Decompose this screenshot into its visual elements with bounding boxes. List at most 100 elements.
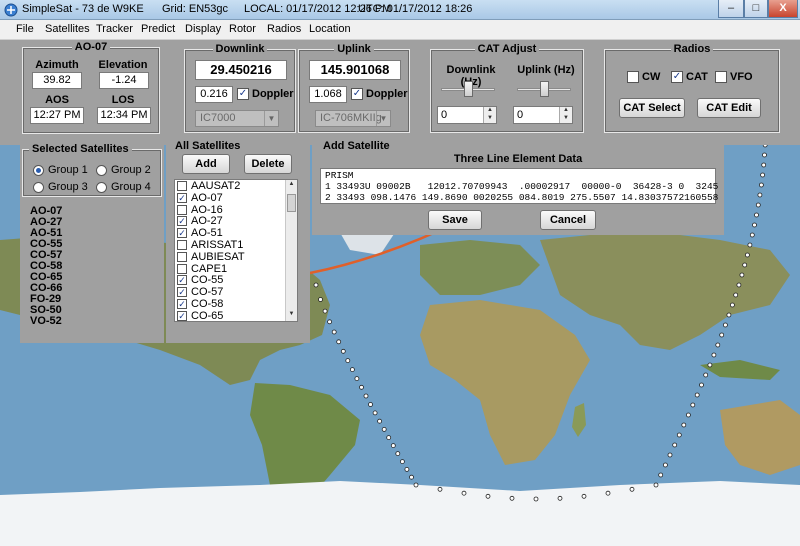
cw-checkbox[interactable] — [627, 71, 639, 83]
downlink-offset[interactable]: 0.216 — [195, 86, 233, 103]
orbit-dot — [667, 452, 673, 458]
satellite-checkbox[interactable]: ✓ — [177, 228, 187, 239]
delete-satellite-button[interactable]: Delete — [244, 154, 292, 174]
downlink-frequency[interactable]: 29.450216 — [195, 60, 287, 80]
menu-predict[interactable]: Predict — [141, 23, 175, 35]
spin-down-icon[interactable]: ▼ — [559, 115, 572, 123]
orbit-dot — [726, 312, 732, 318]
cat-select-button[interactable]: CAT Select — [619, 98, 685, 118]
group-3-radio[interactable] — [33, 182, 44, 193]
vfo-checkbox[interactable] — [715, 71, 727, 83]
tle-textarea[interactable]: PRISM 1 33493U 09002B 12012.70709943 .00… — [320, 168, 718, 204]
orbit-dot — [557, 495, 563, 501]
satellite-name: CO-65 — [191, 309, 224, 322]
list-item[interactable]: VO-52 — [30, 315, 62, 327]
orbit-dot — [733, 292, 739, 298]
orbit-dot — [745, 252, 750, 258]
satellite-checkbox[interactable]: ✓ — [177, 216, 187, 227]
spin-up-icon[interactable]: ▲ — [559, 107, 572, 115]
orbit-dot — [409, 474, 414, 480]
scroll-up-icon[interactable]: ▲ — [287, 181, 296, 190]
satellite-checkbox[interactable] — [177, 181, 187, 191]
cat-downlink-value: 0 — [441, 109, 448, 121]
cat-uplink-value: 0 — [517, 109, 524, 121]
cat-uplink-slider[interactable] — [540, 81, 549, 97]
satellite-checkbox[interactable] — [177, 263, 187, 274]
satellite-name: AO-27 — [191, 215, 223, 228]
orbit-dot — [658, 472, 664, 478]
maximize-button[interactable]: □ — [744, 0, 768, 18]
group-4-label: Group 4 — [111, 181, 151, 193]
minimize-button[interactable]: – — [718, 0, 744, 18]
orbit-dot — [754, 212, 759, 218]
save-button[interactable]: Save — [428, 210, 482, 230]
orbit-dot — [437, 486, 443, 492]
tle-title: Three Line Element Data — [453, 153, 583, 165]
los-label: LOS — [111, 94, 135, 106]
menu-location[interactable]: Location — [309, 23, 351, 35]
orbit-dot — [533, 496, 539, 502]
los-value: 12:34 PM — [97, 107, 151, 124]
cancel-button[interactable]: Cancel — [540, 210, 596, 230]
orbit-dot — [399, 459, 405, 465]
scroll-thumb[interactable] — [287, 194, 296, 212]
orbit-dot — [390, 443, 396, 449]
uplink-frequency[interactable]: 145.901068 — [309, 60, 401, 80]
satellite-checkbox[interactable] — [177, 240, 187, 250]
satellite-checkbox[interactable] — [177, 204, 187, 215]
uplink-offset[interactable]: 1.068 — [309, 86, 347, 103]
elevation-value: -1.24 — [99, 72, 149, 89]
menu-tracker[interactable]: Tracker — [96, 23, 133, 35]
uplink-radio-select[interactable]: IC-706MKIIg ▼ — [315, 110, 391, 127]
close-button[interactable]: X — [768, 0, 798, 18]
cat-uplink-spinner[interactable]: 0 ▲ ▼ — [513, 106, 573, 124]
menu-radios[interactable]: Radios — [267, 23, 301, 35]
orbit-dot — [760, 172, 765, 178]
orbit-dot — [340, 348, 346, 354]
downlink-radio-select[interactable]: IC7000 ▼ — [195, 110, 279, 127]
spin-down-icon[interactable]: ▼ — [483, 115, 496, 123]
orbit-dot — [331, 329, 337, 335]
add-satellite-button[interactable]: Add — [182, 154, 230, 174]
check-icon: ✓ — [178, 192, 186, 203]
cat-edit-button[interactable]: CAT Edit — [697, 98, 761, 118]
satellite-checkbox[interactable]: ✓ — [177, 299, 187, 309]
orbit-dot — [318, 297, 323, 302]
orbit-dot — [413, 482, 419, 488]
check-icon: ✓ — [178, 216, 186, 227]
orbit-dot — [757, 192, 763, 198]
scroll-down-icon[interactable]: ▼ — [287, 311, 296, 320]
orbit-dot — [694, 392, 700, 398]
menu-file[interactable]: File — [16, 23, 34, 35]
satellite-name: AO-51 — [191, 227, 223, 240]
orbit-dot — [752, 222, 757, 228]
group-4-radio[interactable] — [96, 182, 107, 193]
scrollbar[interactable]: ▲ ▼ — [285, 180, 297, 321]
satellite-checkbox[interactable]: ✓ — [177, 287, 187, 298]
orbit-dot — [703, 372, 709, 378]
cat-downlink-slider[interactable] — [464, 81, 473, 97]
menu-display[interactable]: Display — [185, 23, 221, 35]
spin-up-icon[interactable]: ▲ — [483, 107, 496, 115]
cat-checkbox[interactable]: ✓ — [671, 71, 683, 83]
group-1-radio[interactable] — [33, 165, 44, 176]
menu-rotor[interactable]: Rotor — [229, 23, 256, 35]
cat-downlink-spinner[interactable]: 0 ▲ ▼ — [437, 106, 497, 124]
group-2-radio[interactable] — [96, 165, 107, 176]
satellite-checkbox[interactable]: ✓ — [177, 310, 187, 321]
satellite-name: CO-58 — [191, 298, 224, 310]
satellite-info-group: AO-07 Azimuth Elevation 39.82 -1.24 AOS … — [22, 41, 160, 134]
uplink-doppler-label: Doppler — [366, 88, 408, 100]
satellite-checkbox[interactable] — [177, 251, 187, 262]
radios-title: Radios — [670, 43, 714, 55]
satellite-checkbox[interactable]: ✓ — [177, 275, 187, 286]
orbit-dot — [345, 358, 351, 364]
orbit-dot — [759, 182, 764, 188]
control-panel: AO-07 Azimuth Elevation 39.82 -1.24 AOS … — [0, 40, 800, 145]
uplink-doppler-checkbox[interactable]: ✓ — [351, 88, 363, 100]
cw-label: CW — [642, 71, 661, 83]
menu-satellites[interactable]: Satellites — [45, 23, 90, 35]
check-icon: ✓ — [352, 88, 362, 99]
downlink-doppler-checkbox[interactable]: ✓ — [237, 88, 249, 100]
satellite-checkbox[interactable]: ✓ — [177, 192, 187, 203]
